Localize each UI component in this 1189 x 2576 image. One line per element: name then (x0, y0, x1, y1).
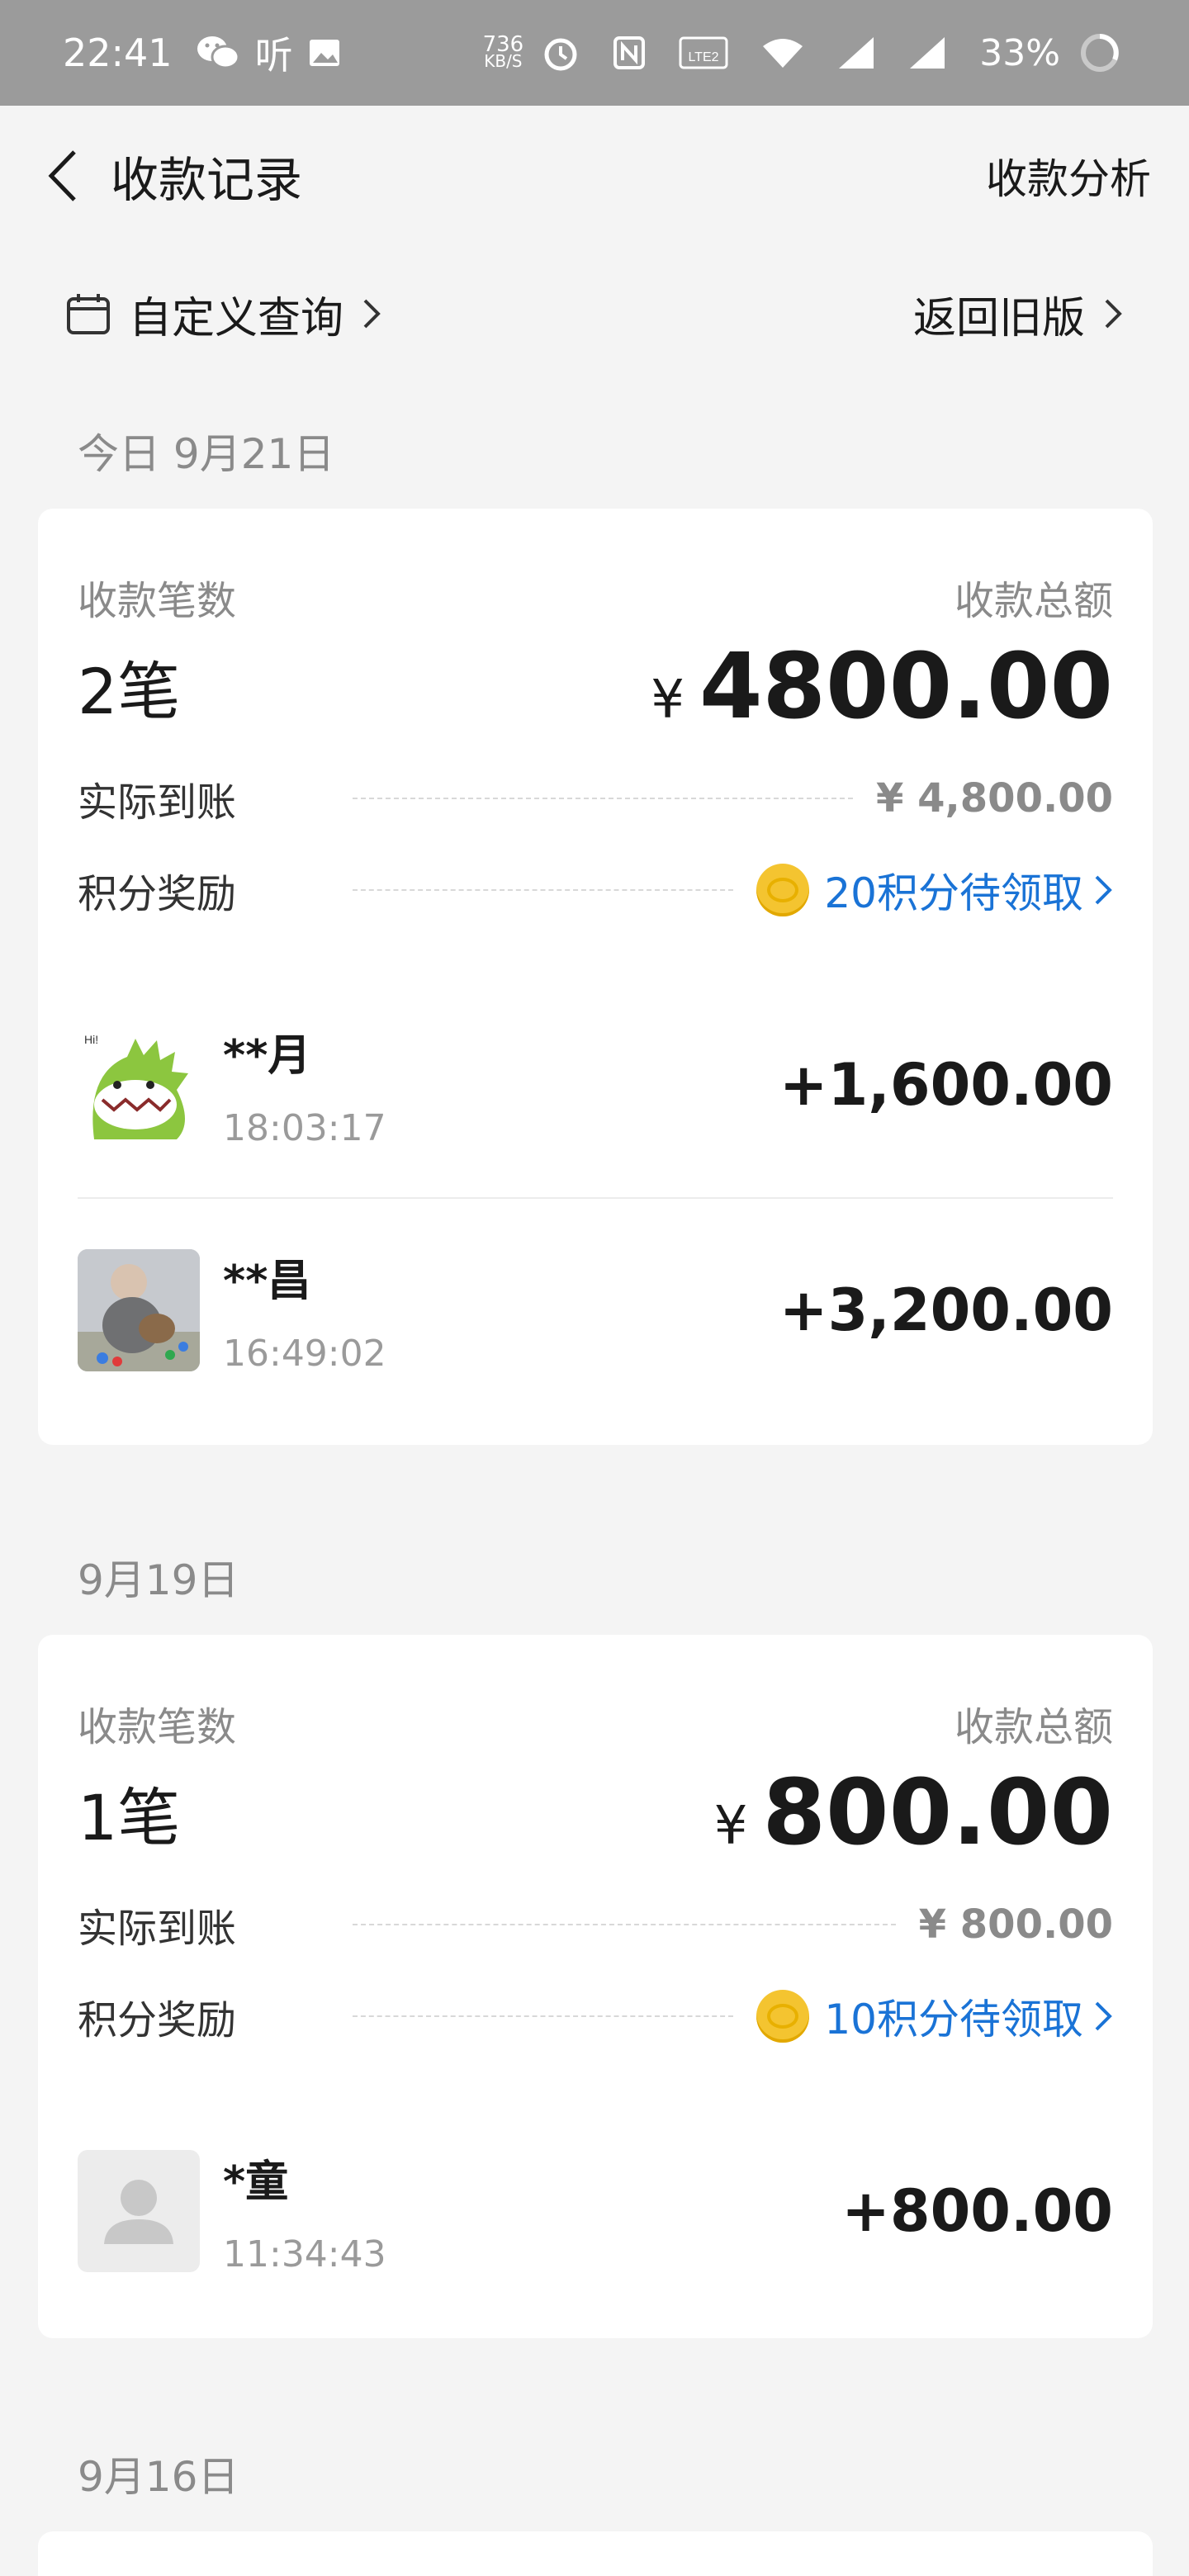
actual-received-value: ¥ 4,800.00 (876, 775, 1113, 822)
payer-name: *童 (223, 2157, 289, 2207)
section-date: 今日 9月21日 (78, 430, 335, 478)
actual-received-row: 实际到账 ¥ 800.00 (78, 1901, 1113, 1952)
payment-amount: +800.00 (841, 2177, 1113, 2245)
old-version-button[interactable]: 返回旧版 (913, 283, 1123, 345)
image-icon (308, 38, 341, 68)
filter-row: 自定义查询 返回旧版 (0, 272, 1189, 355)
payment-time: 16:49:02 (223, 1333, 386, 1375)
payment-time: 11:34:43 (223, 2233, 386, 2275)
points-reward-link[interactable]: 10积分待领取 (756, 1986, 1113, 2046)
divider (353, 1924, 896, 1925)
coin-icon (756, 1990, 810, 2043)
payment-amount: +3,200.00 (779, 1276, 1113, 1344)
transaction-row[interactable]: *童 11:34:43 +800.00 (78, 2099, 1113, 2323)
points-reward-row: 积分奖励 20积分待领取 (78, 860, 1113, 920)
points-reward-link[interactable]: 20积分待领取 (756, 860, 1113, 920)
user-icon (104, 2180, 173, 2244)
divider (353, 889, 734, 891)
actual-received-value: ¥ 800.00 (918, 1901, 1113, 1948)
alarm-icon (542, 34, 580, 72)
wifi-icon (761, 36, 804, 69)
total-amount: ¥4800.00 (651, 633, 1113, 739)
photo-avatar (78, 1249, 200, 1371)
payment-count: 2笔 (78, 655, 181, 728)
status-time: 22:41 (63, 31, 173, 75)
points-reward-row: 积分奖励 10积分待领取 (78, 1986, 1113, 2046)
total-label: 收款总额 (954, 578, 1113, 624)
section-date: 9月19日 (78, 1556, 239, 1604)
status-bar: 22:41 听 736 KB/S LTE2 33% (0, 0, 1189, 106)
payer-name: **昌 (223, 1257, 311, 1306)
summary-card: 收款笔数 收款总额 2笔 ¥4800.00 实际到账 ¥ 4,800.00 积分… (38, 509, 1153, 1445)
divider (353, 798, 854, 799)
old-version-label: 返回旧版 (912, 293, 1085, 343)
total-label: 收款总额 (954, 1704, 1113, 1750)
divider (353, 2015, 734, 2017)
calendar-icon (67, 294, 110, 334)
svg-text:LTE2: LTE2 (689, 50, 719, 64)
battery-percent: 33% (979, 31, 1060, 74)
default-avatar (78, 2150, 200, 2272)
custom-query-button[interactable]: 自定义查询 (66, 283, 381, 345)
total-amount: ¥800.00 (713, 1759, 1113, 1865)
count-label: 收款笔数 (78, 1704, 237, 1750)
page-title: 收款记录 (111, 152, 303, 208)
nav-bar: 收款记录 收款分析 (0, 106, 1189, 246)
count-label: 收款笔数 (78, 578, 237, 624)
volte-icon: LTE2 (679, 36, 728, 69)
summary-card (38, 2531, 1153, 2576)
transaction-row[interactable]: Hi! **月 18:03:17 +1,600.00 (78, 973, 1113, 1197)
battery-ring-icon (1078, 31, 1121, 74)
payment-count: 1笔 (78, 1781, 181, 1854)
chevron-left-icon (48, 150, 76, 201)
network-speed: 736 KB/S (482, 32, 524, 71)
back-button[interactable] (38, 143, 88, 209)
custom-query-label: 自定义查询 (129, 293, 344, 343)
chevron-right-icon (1095, 875, 1112, 905)
payment-time: 18:03:17 (223, 1107, 386, 1149)
dinosaur-avatar: Hi! (78, 1024, 200, 1146)
actual-received-row: 实际到账 ¥ 4,800.00 (78, 775, 1113, 826)
signal-4g-icon (908, 36, 946, 70)
section-date: 9月16日 (78, 2453, 239, 2501)
analysis-link[interactable]: 收款分析 (986, 146, 1151, 206)
signal-icon (837, 36, 875, 70)
chevron-right-icon (1095, 2001, 1112, 2031)
summary-card: 收款笔数 收款总额 1笔 ¥800.00 实际到账 ¥ 800.00 积分奖励 … (38, 1635, 1153, 2338)
chevron-right-icon (1105, 299, 1122, 329)
transaction-row[interactable]: **昌 16:49:02 +3,200.00 (78, 1197, 1113, 1422)
payment-amount: +1,600.00 (779, 1051, 1113, 1119)
coin-icon (756, 864, 810, 916)
chevron-right-icon (363, 299, 381, 329)
nfc-icon (613, 36, 646, 70)
payer-name: **月 (223, 1031, 311, 1081)
svg-text:Hi!: Hi! (84, 1033, 98, 1046)
wechat-icon (196, 34, 240, 72)
listen-app-icon: 听 (254, 33, 293, 78)
